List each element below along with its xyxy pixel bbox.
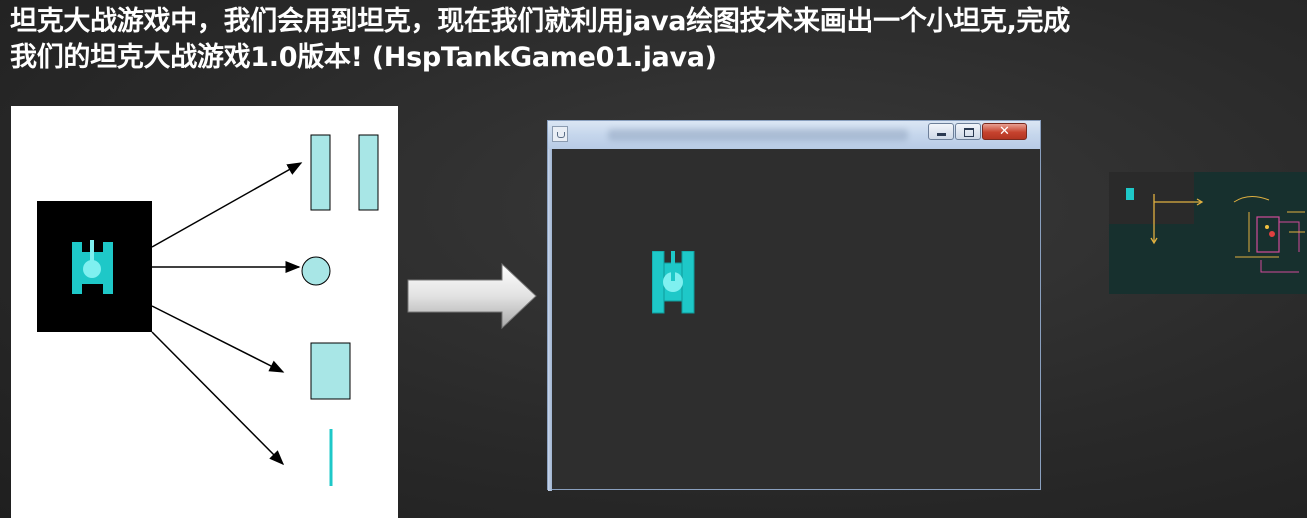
- java-frame-window: [547, 120, 1041, 491]
- java-cup-icon[interactable]: [552, 126, 568, 142]
- close-button[interactable]: [982, 123, 1027, 140]
- window-titlebar[interactable]: [548, 121, 1040, 149]
- left-track-shape: [310, 134, 331, 211]
- coordinate-sketch-drawing: [1109, 172, 1305, 273]
- window-border: [548, 149, 552, 491]
- drawn-tank-icon: [652, 251, 695, 314]
- right-track-shape: [358, 134, 379, 211]
- turret-circle-shape: [301, 256, 331, 286]
- slide-heading: 坦克大战游戏中，我们会用到坦克，现在我们就利用java绘图技术来画出一个小坦克,…: [10, 4, 1305, 76]
- heading-line-1: 坦克大战游戏中，我们会用到坦克，现在我们就利用java绘图技术来画出一个小坦克,…: [10, 6, 1070, 37]
- window-title-blurred: [608, 129, 908, 141]
- arrow-to-barrel: [151, 331, 285, 466]
- minimize-button[interactable]: [928, 123, 954, 140]
- heading-line-2: 我们的坦克大战游戏1.0版本! (HspTankGame01.java): [10, 42, 717, 73]
- arrow-to-body: [151, 305, 285, 373]
- coordinate-sketch-thumbnail: [1109, 172, 1307, 294]
- maximize-button[interactable]: [955, 123, 981, 140]
- tank-decomposition-diagram: [37, 134, 379, 486]
- big-right-arrow-icon: [407, 262, 537, 330]
- body-rect-shape: [310, 342, 351, 400]
- arrow-to-tracks: [151, 162, 303, 248]
- tank-decomposition-panel: [11, 106, 398, 518]
